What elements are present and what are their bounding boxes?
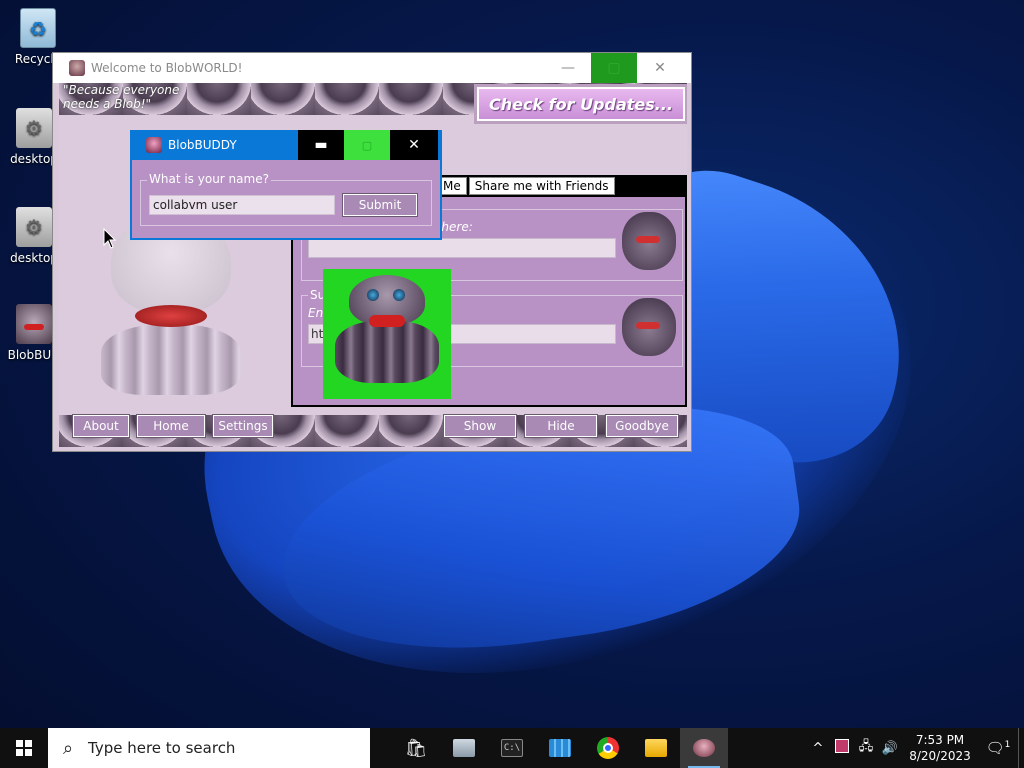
dialog-maximize-button[interactable]: ▢ (344, 130, 390, 160)
tray-volume[interactable]: 🔊 (878, 741, 902, 756)
chrome-icon (597, 737, 619, 759)
minimize-icon: ▬ (314, 137, 328, 153)
control-panel-icon (453, 739, 475, 757)
slogan: "Because everyone needs a Blob!" (63, 83, 180, 111)
tray-overflow-chevron[interactable]: ^ (806, 741, 830, 756)
minimize-icon: — (561, 60, 575, 76)
tray-network[interactable]: 🖧 (854, 737, 878, 759)
submit-button[interactable]: Submit (342, 193, 418, 217)
home-button[interactable]: Home (136, 414, 206, 438)
close-icon: ✕ (654, 60, 666, 76)
blobbuddy-dialog: BlobBUDDY ▬ ▢ ✕ What is your name? colla… (130, 130, 442, 240)
taskbar-blobbuddy[interactable] (680, 728, 728, 768)
tab-share-with-friends[interactable]: Share me with Friends (468, 177, 615, 195)
action-center-button[interactable]: 🗨1 (978, 739, 1018, 757)
chevron-up-icon: ^ (812, 740, 824, 756)
blob-tray-icon (835, 739, 849, 753)
dialog-body: What is your name? collabvm user Submit (132, 160, 440, 238)
maximize-icon: ▢ (607, 60, 621, 76)
taskbar-store[interactable]: 🛍 (392, 728, 440, 768)
store-bag-icon: 🛍 (404, 737, 428, 759)
taskbar-command-prompt[interactable]: C:\ (488, 728, 536, 768)
clock-time: 7:53 PM (915, 733, 965, 747)
maximize-icon: ▢ (361, 138, 373, 152)
maximize-button[interactable]: ▢ (591, 53, 637, 83)
big-blob-image (101, 213, 241, 395)
speaker-icon: 🔊 (881, 740, 899, 756)
tab-strip: Me Share me with Friends (437, 177, 615, 195)
name-group-box: What is your name? collabvm user Submit (140, 172, 432, 226)
taskbar-control-panel[interactable] (440, 728, 488, 768)
blobbuddy-titlebar[interactable]: BlobBUDDY ▬ ▢ ✕ (130, 130, 442, 160)
system-tray: ^ 🖧 🔊 7:53 PM 8/20/2023 🗨1 (806, 728, 1024, 768)
dialog-minimize-button[interactable]: ▬ (298, 130, 344, 160)
side-blob-image-2 (622, 298, 676, 356)
recycle-bin-icon (20, 8, 56, 48)
mouse-cursor-icon (103, 228, 117, 249)
search-placeholder: Type here to search (88, 739, 236, 757)
taskbar-search-box[interactable]: ⌕ Type here to search (48, 728, 370, 768)
settings-file-icon (16, 108, 52, 148)
close-icon: ✕ (408, 137, 420, 153)
group-1-input[interactable] (308, 238, 616, 258)
minimize-button[interactable]: — (545, 53, 591, 83)
windows-logo-icon (16, 740, 32, 756)
app-grid-icon (549, 739, 571, 757)
folder-icon (645, 739, 667, 757)
taskbar: ⌕ Type here to search 🛍 C:\ ^ 🖧 🔊 7:53 P… (0, 728, 1024, 768)
blobworld-titlebar[interactable]: Welcome to BlobWORLD! — ▢ ✕ (53, 53, 691, 83)
taskbar-app-grid[interactable] (536, 728, 584, 768)
settings-file-icon (16, 207, 52, 247)
blob-app-icon (693, 739, 715, 757)
goodbye-button[interactable]: Goodbye (605, 414, 679, 438)
show-desktop-button[interactable] (1018, 728, 1024, 768)
blobworld-app-icon (69, 60, 85, 76)
taskbar-file-explorer[interactable] (632, 728, 680, 768)
hide-button[interactable]: Hide (524, 414, 598, 438)
settings-button[interactable]: Settings (212, 414, 274, 438)
dialog-close-button[interactable]: ✕ (390, 130, 438, 160)
window-title: Welcome to BlobWORLD! (91, 61, 243, 75)
close-button[interactable]: ✕ (637, 53, 683, 83)
tray-blob-icon[interactable] (830, 739, 854, 757)
taskbar-chrome[interactable] (584, 728, 632, 768)
show-button[interactable]: Show (443, 414, 517, 438)
dialog-title: BlobBUDDY (168, 138, 237, 152)
blobworld-window: Welcome to BlobWORLD! — ▢ ✕ "Because eve… (52, 52, 692, 452)
taskbar-clock[interactable]: 7:53 PM 8/20/2023 (902, 732, 978, 764)
blob-shortcut-icon (16, 304, 52, 344)
start-button[interactable] (0, 728, 48, 768)
check-updates-button[interactable]: Check for Updates... (474, 84, 687, 124)
about-button[interactable]: About (72, 414, 130, 438)
notification-count: 1 (1004, 740, 1011, 750)
search-icon: ⌕ (62, 737, 74, 759)
name-input[interactable]: collabvm user (149, 195, 335, 215)
network-icon: 🖧 (858, 739, 874, 754)
clock-date: 8/20/2023 (909, 749, 971, 763)
green-blob-preview (323, 269, 451, 399)
blobbuddy-app-icon (146, 137, 162, 153)
side-blob-image-1 (622, 212, 676, 270)
group-2-hint: En (308, 306, 324, 320)
name-group-label: What is your name? (147, 172, 271, 186)
notification-icon: 🗨 (985, 739, 1005, 757)
command-prompt-icon: C:\ (501, 739, 523, 757)
